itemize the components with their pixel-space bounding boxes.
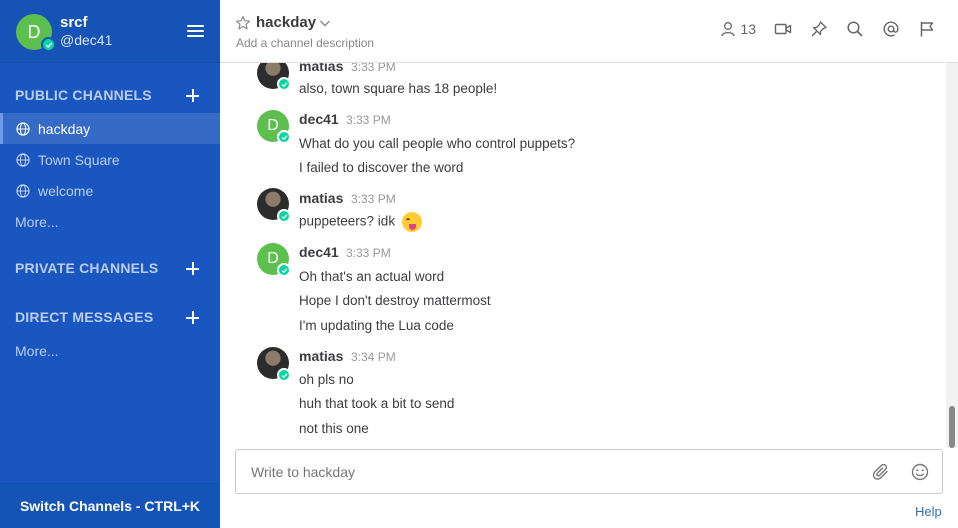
switch-channels-button[interactable]: Switch Channels - CTRL+K xyxy=(0,483,220,528)
video-icon[interactable] xyxy=(774,20,792,38)
public-channels-title: PUBLIC CHANNELS xyxy=(15,87,152,103)
member-count: 13 xyxy=(740,21,756,37)
message-time[interactable]: 3:33 PM xyxy=(346,246,391,260)
online-status-icon xyxy=(277,77,291,91)
flag-icon[interactable] xyxy=(918,20,936,38)
sidebar-item-label: Town Square xyxy=(38,151,120,168)
online-status-icon xyxy=(277,209,291,223)
message-input[interactable] xyxy=(251,464,831,480)
message-text: also, town square has 18 people! xyxy=(299,81,498,96)
menu-icon[interactable] xyxy=(187,25,204,38)
mention-icon[interactable] xyxy=(882,20,900,38)
member-count-button[interactable]: 13 xyxy=(720,21,756,37)
message-text: oh pls no xyxy=(299,372,354,387)
message-time[interactable]: 3:33 PM xyxy=(351,63,396,74)
member-icon xyxy=(721,22,736,37)
pin-icon[interactable] xyxy=(810,20,828,38)
help-link[interactable]: Help xyxy=(915,504,942,519)
dm-more-link[interactable]: More... xyxy=(15,343,59,359)
online-status-icon xyxy=(277,263,291,277)
sidebar-item-label: welcome xyxy=(38,182,94,199)
emoji-picker-icon[interactable] xyxy=(911,463,929,481)
scrollbar-thumb[interactable] xyxy=(949,406,955,448)
sidebar-item-label: hackday xyxy=(38,120,91,137)
post-box xyxy=(235,449,943,494)
attachment-icon[interactable] xyxy=(872,463,890,481)
globe-icon xyxy=(16,121,30,136)
sidebar-item-town-square[interactable]: Town Square xyxy=(0,144,220,175)
team-name: srcf xyxy=(60,14,88,31)
private-channels-title: PRIVATE CHANNELS xyxy=(15,260,159,276)
message-author[interactable]: dec41 xyxy=(299,111,339,127)
online-status-icon xyxy=(277,368,291,382)
globe-icon xyxy=(16,152,30,167)
channel-header: hackday Add a channel description 13 xyxy=(220,0,958,63)
message-author[interactable]: matias xyxy=(299,63,343,74)
globe-icon xyxy=(16,183,30,198)
message-text: What do you call people who control pupp… xyxy=(299,136,576,151)
search-icon[interactable] xyxy=(846,20,864,38)
message-text: Oh that's an actual word xyxy=(299,269,445,284)
message-text: puppeteers? idk xyxy=(299,212,422,232)
add-public-channel-icon[interactable] xyxy=(185,88,201,104)
sidebar: D srcf @dec41 PUBLIC CHANNELS hackday To… xyxy=(0,0,220,528)
chevron-down-icon[interactable] xyxy=(318,16,332,30)
online-status-icon xyxy=(277,130,291,144)
message-author[interactable]: matias xyxy=(299,190,343,206)
message-text: Hope I don't destroy mattermost xyxy=(299,293,491,308)
message-text: huh that took a bit to send xyxy=(299,396,455,411)
message-text: I'm updating the Lua code xyxy=(299,318,454,333)
team-username: @dec41 xyxy=(60,32,113,48)
message-time[interactable]: 3:33 PM xyxy=(346,113,391,127)
tongue-emoji-icon xyxy=(401,212,422,232)
message-text: I failed to discover the word xyxy=(299,160,464,175)
online-status-icon xyxy=(41,37,56,52)
add-private-channel-icon[interactable] xyxy=(185,261,201,277)
public-more-link[interactable]: More... xyxy=(15,214,59,230)
add-direct-message-icon[interactable] xyxy=(185,310,201,326)
star-icon[interactable] xyxy=(235,15,251,31)
direct-messages-title: DIRECT MESSAGES xyxy=(15,309,154,325)
message-list: matias 3:33 PM also, town square has 18 … xyxy=(220,63,958,443)
sidebar-item-welcome[interactable]: welcome xyxy=(0,175,220,206)
message-author[interactable]: matias xyxy=(299,348,343,364)
message-text: not this one xyxy=(299,421,369,436)
message-time[interactable]: 3:33 PM xyxy=(351,192,396,206)
team-header: D srcf @dec41 xyxy=(0,0,220,63)
message-author[interactable]: dec41 xyxy=(299,244,339,260)
channel-title[interactable]: hackday xyxy=(256,14,316,31)
sidebar-item-hackday[interactable]: hackday xyxy=(0,113,220,144)
channel-description[interactable]: Add a channel description xyxy=(236,36,374,50)
message-time[interactable]: 3:34 PM xyxy=(351,350,396,364)
message-scrollbar[interactable] xyxy=(946,63,958,448)
